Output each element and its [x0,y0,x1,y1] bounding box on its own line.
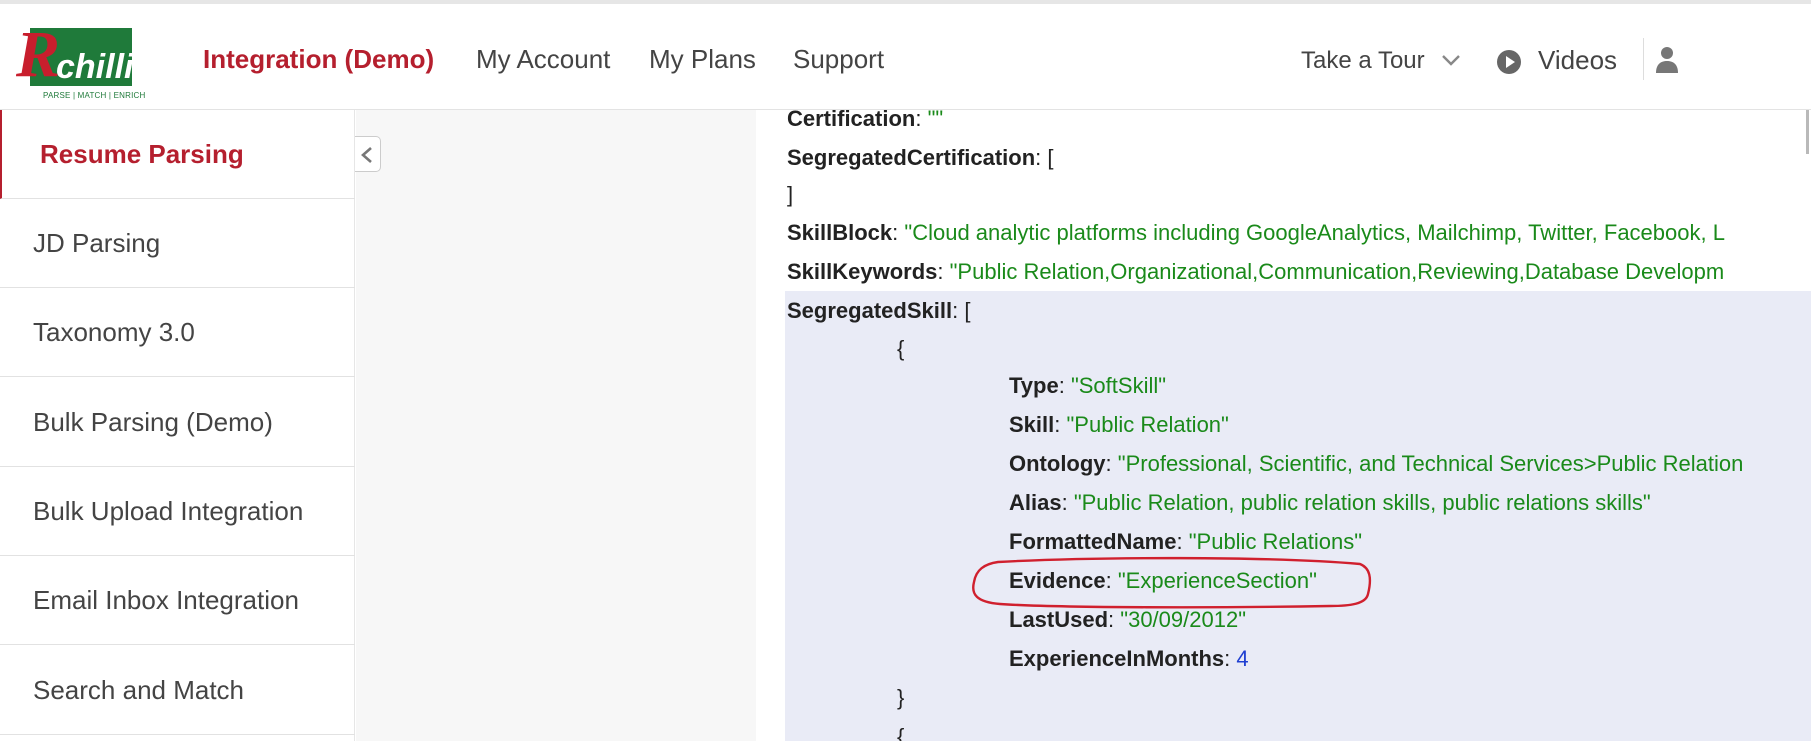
svg-text:chilli: chilli [56,48,134,86]
json-line-next-object-open: { [897,724,905,741]
scrollbar-thumb[interactable] [1806,110,1809,154]
logo-tagline: PARSE | MATCH | ENRICH [43,91,146,100]
json-field-experience-in-months: ExperienceInMonths: 4 [1009,646,1249,671]
sidebar-item-bulk-parsing[interactable]: Bulk Parsing (Demo) [0,378,355,467]
rchilli-logo[interactable]: chilli R PARSE | MATCH | ENRICH [16,16,145,104]
json-field-type: Type: "SoftSkill" [1009,373,1167,398]
content-gutter [356,110,756,741]
videos-link[interactable]: Videos [1538,45,1617,76]
json-line-object-close: } [897,685,905,710]
json-line-skill-keywords: SkillKeywords: "Public Relation,Organiza… [787,259,1725,284]
json-field-alias: Alias: "Public Relation, public relation… [1009,490,1651,515]
json-line-segregated-skill: SegregatedSkill: [ [787,298,971,323]
chevron-left-icon [361,147,372,163]
nav-my-account[interactable]: My Account [476,44,610,75]
take-a-tour-dropdown[interactable]: Take a Tour [1301,47,1425,75]
top-header: chilli R PARSE | MATCH | ENRICH Integrat… [0,0,1811,110]
play-icon[interactable] [1496,49,1522,75]
json-field-skill: Skill: "Public Relation" [1009,412,1229,437]
sidebar-item-search-match[interactable]: Search and Match [0,646,355,735]
sidebar: Resume Parsing JD Parsing Taxonomy 3.0 B… [0,110,355,741]
sidebar-item-email-inbox[interactable]: Email Inbox Integration [0,556,355,645]
json-line-certification: Certification: "" [787,106,944,131]
user-icon[interactable] [1655,46,1679,74]
rchilli-logo-mark: chilli R [16,18,134,91]
annotation-ellipse [972,556,1372,609]
sidebar-item-resume-parsing[interactable]: Resume Parsing [0,110,355,199]
json-field-formatted-name: FormattedName: "Public Relations" [1009,529,1363,554]
sidebar-item-jd-parsing[interactable]: JD Parsing [0,199,355,288]
chevron-down-icon[interactable] [1441,54,1461,66]
sidebar-item-taxonomy[interactable]: Taxonomy 3.0 [0,288,355,377]
svg-text:R: R [16,18,60,91]
header-divider [1643,38,1644,80]
collapse-sidebar-button[interactable] [355,136,381,172]
json-line-segregated-certification: SegregatedCertification: [ [787,145,1054,170]
json-line-close-bracket: ] [787,182,794,207]
json-line-object-open: { [897,336,905,361]
nav-support[interactable]: Support [793,44,884,75]
json-line-skill-block: SkillBlock: "Cloud analytic platforms in… [787,220,1725,245]
nav-my-plans[interactable]: My Plans [649,44,756,75]
sidebar-item-bulk-upload[interactable]: Bulk Upload Integration [0,467,355,556]
json-field-ontology: Ontology: "Professional, Scientific, and… [1009,451,1744,476]
json-field-last-used: LastUsed: "30/09/2012" [1009,607,1247,632]
nav-integration-demo[interactable]: Integration (Demo) [203,44,434,75]
